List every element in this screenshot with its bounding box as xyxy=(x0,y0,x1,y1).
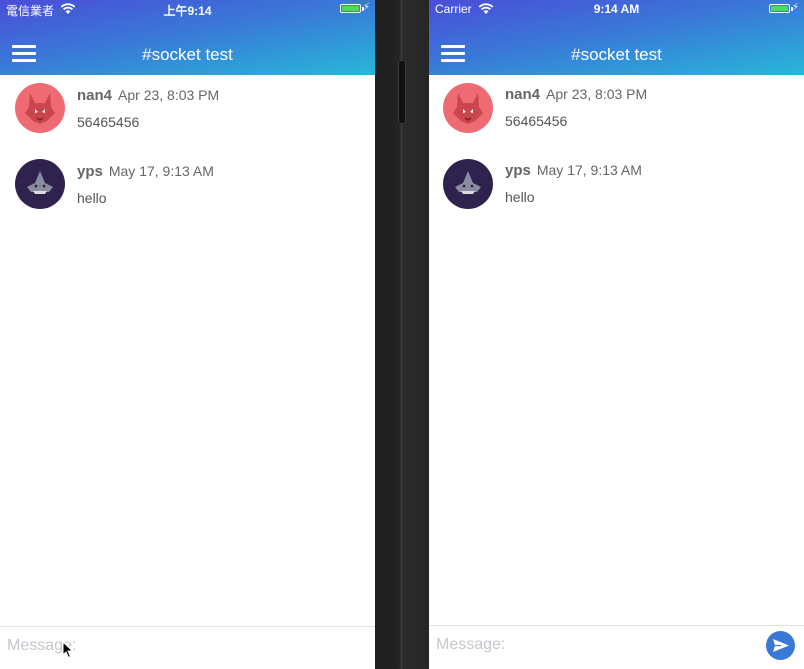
cursor-icon xyxy=(62,641,74,659)
clock-label: 9:14 AM xyxy=(593,2,640,16)
channel-title: #socket test xyxy=(571,45,662,64)
message-timestamp: Apr 23, 8:03 PM xyxy=(118,87,220,103)
username-text: yps xyxy=(505,162,531,179)
channel-title: #socket test xyxy=(142,45,233,64)
charging-bolt-icon: ⚡ xyxy=(362,2,370,13)
header-bar: Carrier 9:14 AM ⚡ #socket test xyxy=(429,0,804,75)
divider-line xyxy=(401,124,402,669)
battery-icon xyxy=(769,4,793,13)
message-text: hello xyxy=(77,190,107,206)
shark-avatar-icon[interactable] xyxy=(443,159,493,209)
header-bar: 電信業者 上午9:14 ⚡ #socket test xyxy=(0,0,375,75)
status-bar: Carrier 9:14 AM ⚡ xyxy=(429,0,804,18)
shark-avatar-icon[interactable] xyxy=(15,159,65,209)
message-input[interactable] xyxy=(0,627,375,665)
battery-icon xyxy=(340,4,364,13)
side-button xyxy=(398,60,406,124)
message-item: yps May 17, 9:13 AM hello xyxy=(0,151,375,221)
message-text: 56465456 xyxy=(77,114,140,130)
status-bar: 電信業者 上午9:14 ⚡ xyxy=(0,0,375,18)
username-text: yps xyxy=(77,163,103,180)
send-button[interactable] xyxy=(766,631,795,660)
device-divider xyxy=(375,0,429,669)
message-timestamp: May 17, 9:13 AM xyxy=(108,163,214,179)
divider-line xyxy=(401,0,402,60)
charging-bolt-icon: ⚡ xyxy=(791,2,799,13)
right-phone-screen: Carrier 9:14 AM ⚡ #socket test nan4 Apr … xyxy=(429,0,804,669)
message-composer xyxy=(0,626,375,667)
username-text: nan4 xyxy=(77,87,113,104)
message-composer xyxy=(429,625,804,666)
message-username: nan4 Apr 23, 8:03 PM xyxy=(77,87,219,104)
send-icon xyxy=(773,639,789,652)
message-item: nan4 Apr 23, 8:03 PM 56465456 xyxy=(0,75,375,145)
message-text: 56465456 xyxy=(505,113,568,129)
message-username: nan4 Apr 23, 8:03 PM xyxy=(505,86,647,103)
username-text: nan4 xyxy=(505,86,541,103)
left-phone-screen: 電信業者 上午9:14 ⚡ #socket test nan4 Apr 23, … xyxy=(0,0,375,669)
wolf-avatar-icon[interactable] xyxy=(15,83,65,133)
message-timestamp: May 17, 9:13 AM xyxy=(536,162,642,178)
message-timestamp: Apr 23, 8:03 PM xyxy=(546,86,648,102)
message-item: nan4 Apr 23, 8:03 PM 56465456 xyxy=(429,75,804,145)
clock-label: 上午9:14 xyxy=(163,4,212,18)
message-username: yps May 17, 9:13 AM xyxy=(77,163,214,180)
message-text: hello xyxy=(505,189,535,205)
message-input[interactable] xyxy=(429,626,759,664)
message-item: yps May 17, 9:13 AM hello xyxy=(429,151,804,221)
wolf-avatar-icon[interactable] xyxy=(443,83,493,133)
message-username: yps May 17, 9:13 AM xyxy=(505,162,642,179)
